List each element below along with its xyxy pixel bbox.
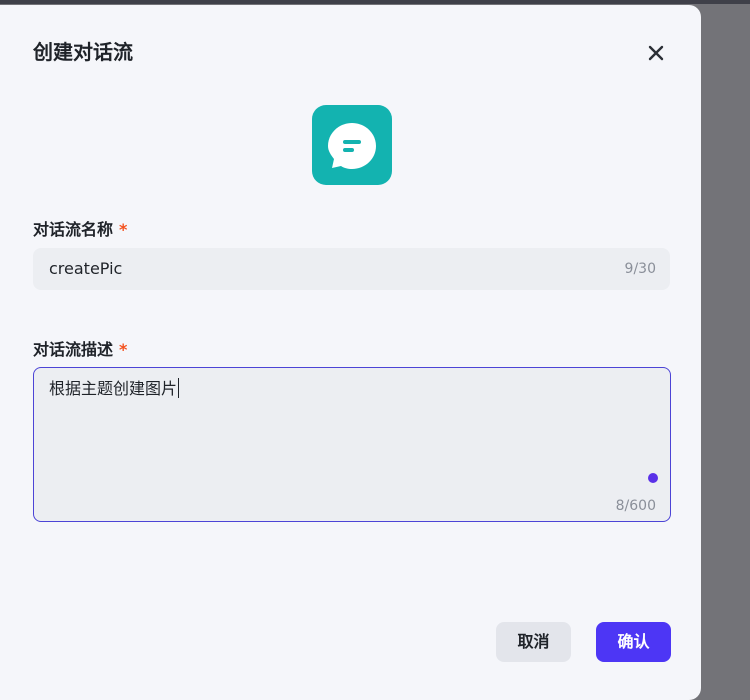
close-button[interactable] — [642, 39, 670, 67]
name-input-value: createPic — [49, 259, 123, 278]
desc-text: 根据主题创建图片 — [49, 379, 178, 398]
chatflow-description-textarea[interactable]: 根据主题创建图片 8/600 — [33, 367, 671, 522]
dialog-title: 创建对话流 — [33, 40, 133, 64]
confirm-button[interactable]: 确认 — [596, 622, 671, 662]
text-caret — [178, 378, 180, 398]
close-icon — [648, 45, 664, 61]
desc-textarea-value: 根据主题创建图片 — [49, 378, 180, 400]
required-mark: * — [119, 220, 128, 239]
name-field-label: 对话流名称 * — [33, 218, 127, 242]
app-icon[interactable] — [312, 105, 392, 185]
desc-field-label: 对话流描述 * — [33, 338, 127, 362]
chat-bubble-icon — [328, 123, 376, 169]
required-mark: * — [119, 340, 128, 359]
cancel-button[interactable]: 取消 — [496, 622, 571, 662]
desc-char-counter: 8/600 — [615, 498, 656, 514]
name-label-text: 对话流名称 — [33, 220, 114, 239]
grammar-indicator-dot[interactable] — [648, 473, 658, 483]
desc-label-text: 对话流描述 — [33, 340, 114, 359]
background-top-strip — [0, 0, 750, 4]
name-char-counter: 9/30 — [624, 261, 656, 277]
create-chatflow-dialog: 创建对话流 对话流名称 * createPic 9/30 对话流描述 * 根据主题创… — [0, 5, 701, 700]
chatflow-name-input[interactable]: createPic 9/30 — [33, 248, 670, 290]
